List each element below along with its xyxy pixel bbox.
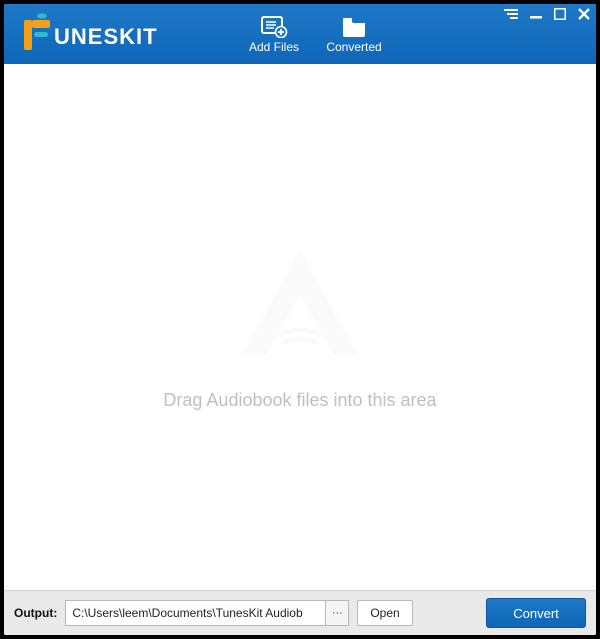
tuneskit-logo-icon: UNESKIT — [14, 12, 194, 56]
folder-icon — [340, 14, 368, 38]
toolbar: UNESKIT Add Files — [4, 4, 596, 64]
convert-button[interactable]: Convert — [486, 598, 586, 628]
bottom-bar: Output: ··· Open Convert — [4, 590, 596, 635]
app-window: UNESKIT Add Files — [4, 4, 596, 635]
output-label: Output: — [14, 606, 57, 620]
converted-button[interactable]: Converted — [314, 4, 394, 64]
menu-icon — [504, 8, 518, 20]
browse-button[interactable]: ··· — [325, 600, 349, 626]
minimize-icon — [530, 8, 542, 20]
add-files-icon — [260, 14, 288, 38]
output-path-input[interactable] — [65, 600, 325, 626]
brand-text: UNESKIT — [54, 24, 158, 49]
drag-hint-text: Drag Audiobook files into this area — [163, 390, 436, 411]
add-files-button[interactable]: Add Files — [234, 4, 314, 64]
menu-button[interactable] — [504, 8, 518, 20]
converted-label: Converted — [326, 40, 381, 54]
audiobook-watermark-icon — [230, 243, 370, 368]
drop-area[interactable]: Drag Audiobook files into this area — [4, 64, 596, 590]
close-button[interactable] — [578, 8, 590, 20]
toolbar-buttons: Add Files Converted — [234, 4, 394, 64]
close-icon — [578, 8, 590, 20]
window-controls — [504, 8, 590, 20]
open-button[interactable]: Open — [357, 600, 412, 626]
maximize-icon — [554, 8, 566, 20]
add-files-label: Add Files — [249, 40, 299, 54]
maximize-button[interactable] — [554, 8, 566, 20]
brand-logo: UNESKIT — [4, 4, 234, 64]
minimize-button[interactable] — [530, 8, 542, 20]
